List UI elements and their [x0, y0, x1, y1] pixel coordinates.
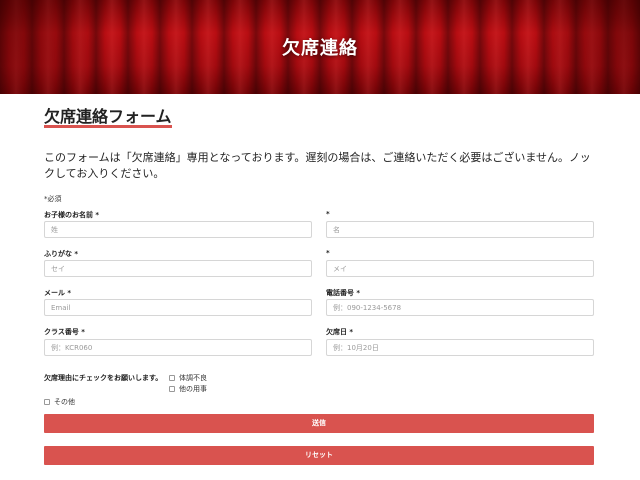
absence-date-input[interactable] — [326, 339, 594, 356]
reason-other-business-checkbox[interactable]: 他の用事 — [169, 384, 207, 394]
furigana-label: ふりがな * — [44, 250, 79, 258]
class-number-label: クラス番号 * — [44, 328, 85, 336]
submit-button[interactable]: 送信 — [44, 414, 594, 433]
furigana-first-label: * — [326, 249, 330, 257]
email-input[interactable] — [44, 299, 312, 316]
child-name-label: お子様のお名前 * — [44, 211, 100, 219]
child-last-name-input[interactable] — [44, 221, 312, 238]
furigana-last-input[interactable] — [44, 260, 312, 277]
reason-sick-label: 体調不良 — [179, 374, 207, 382]
child-first-name-label: * — [326, 210, 330, 218]
reason-sick-checkbox[interactable]: 体調不良 — [169, 373, 207, 383]
child-first-name-input[interactable] — [326, 221, 594, 238]
form-heading: 欠席連絡フォーム — [44, 107, 172, 126]
absence-date-label: 欠席日 * — [326, 328, 354, 336]
phone-input[interactable] — [326, 299, 594, 316]
curtain-banner: 欠席連絡 — [0, 0, 640, 94]
reason-other-label: その他 — [54, 398, 75, 406]
checkbox-box[interactable] — [44, 399, 50, 405]
banner-title: 欠席連絡 — [282, 38, 358, 59]
furigana-first-input[interactable] — [326, 260, 594, 277]
email-label: メール * — [44, 289, 72, 297]
reason-label: 欠席理由にチェックをお願いします。 — [44, 374, 163, 382]
class-number-input[interactable] — [44, 339, 312, 356]
phone-label: 電話番号 * — [326, 289, 361, 297]
intro-text: このフォームは「欠席連絡」専用となっております。遅刻の場合は、ご連絡いただく必要… — [44, 151, 591, 180]
required-note: *必須 — [44, 195, 62, 203]
reason-other-checkbox[interactable]: その他 — [44, 397, 75, 407]
checkbox-box[interactable] — [169, 375, 175, 381]
checkbox-box[interactable] — [169, 386, 175, 392]
reset-button[interactable]: リセット — [44, 446, 594, 465]
reason-other-business-label: 他の用事 — [179, 385, 207, 393]
heading-underline — [44, 125, 172, 128]
